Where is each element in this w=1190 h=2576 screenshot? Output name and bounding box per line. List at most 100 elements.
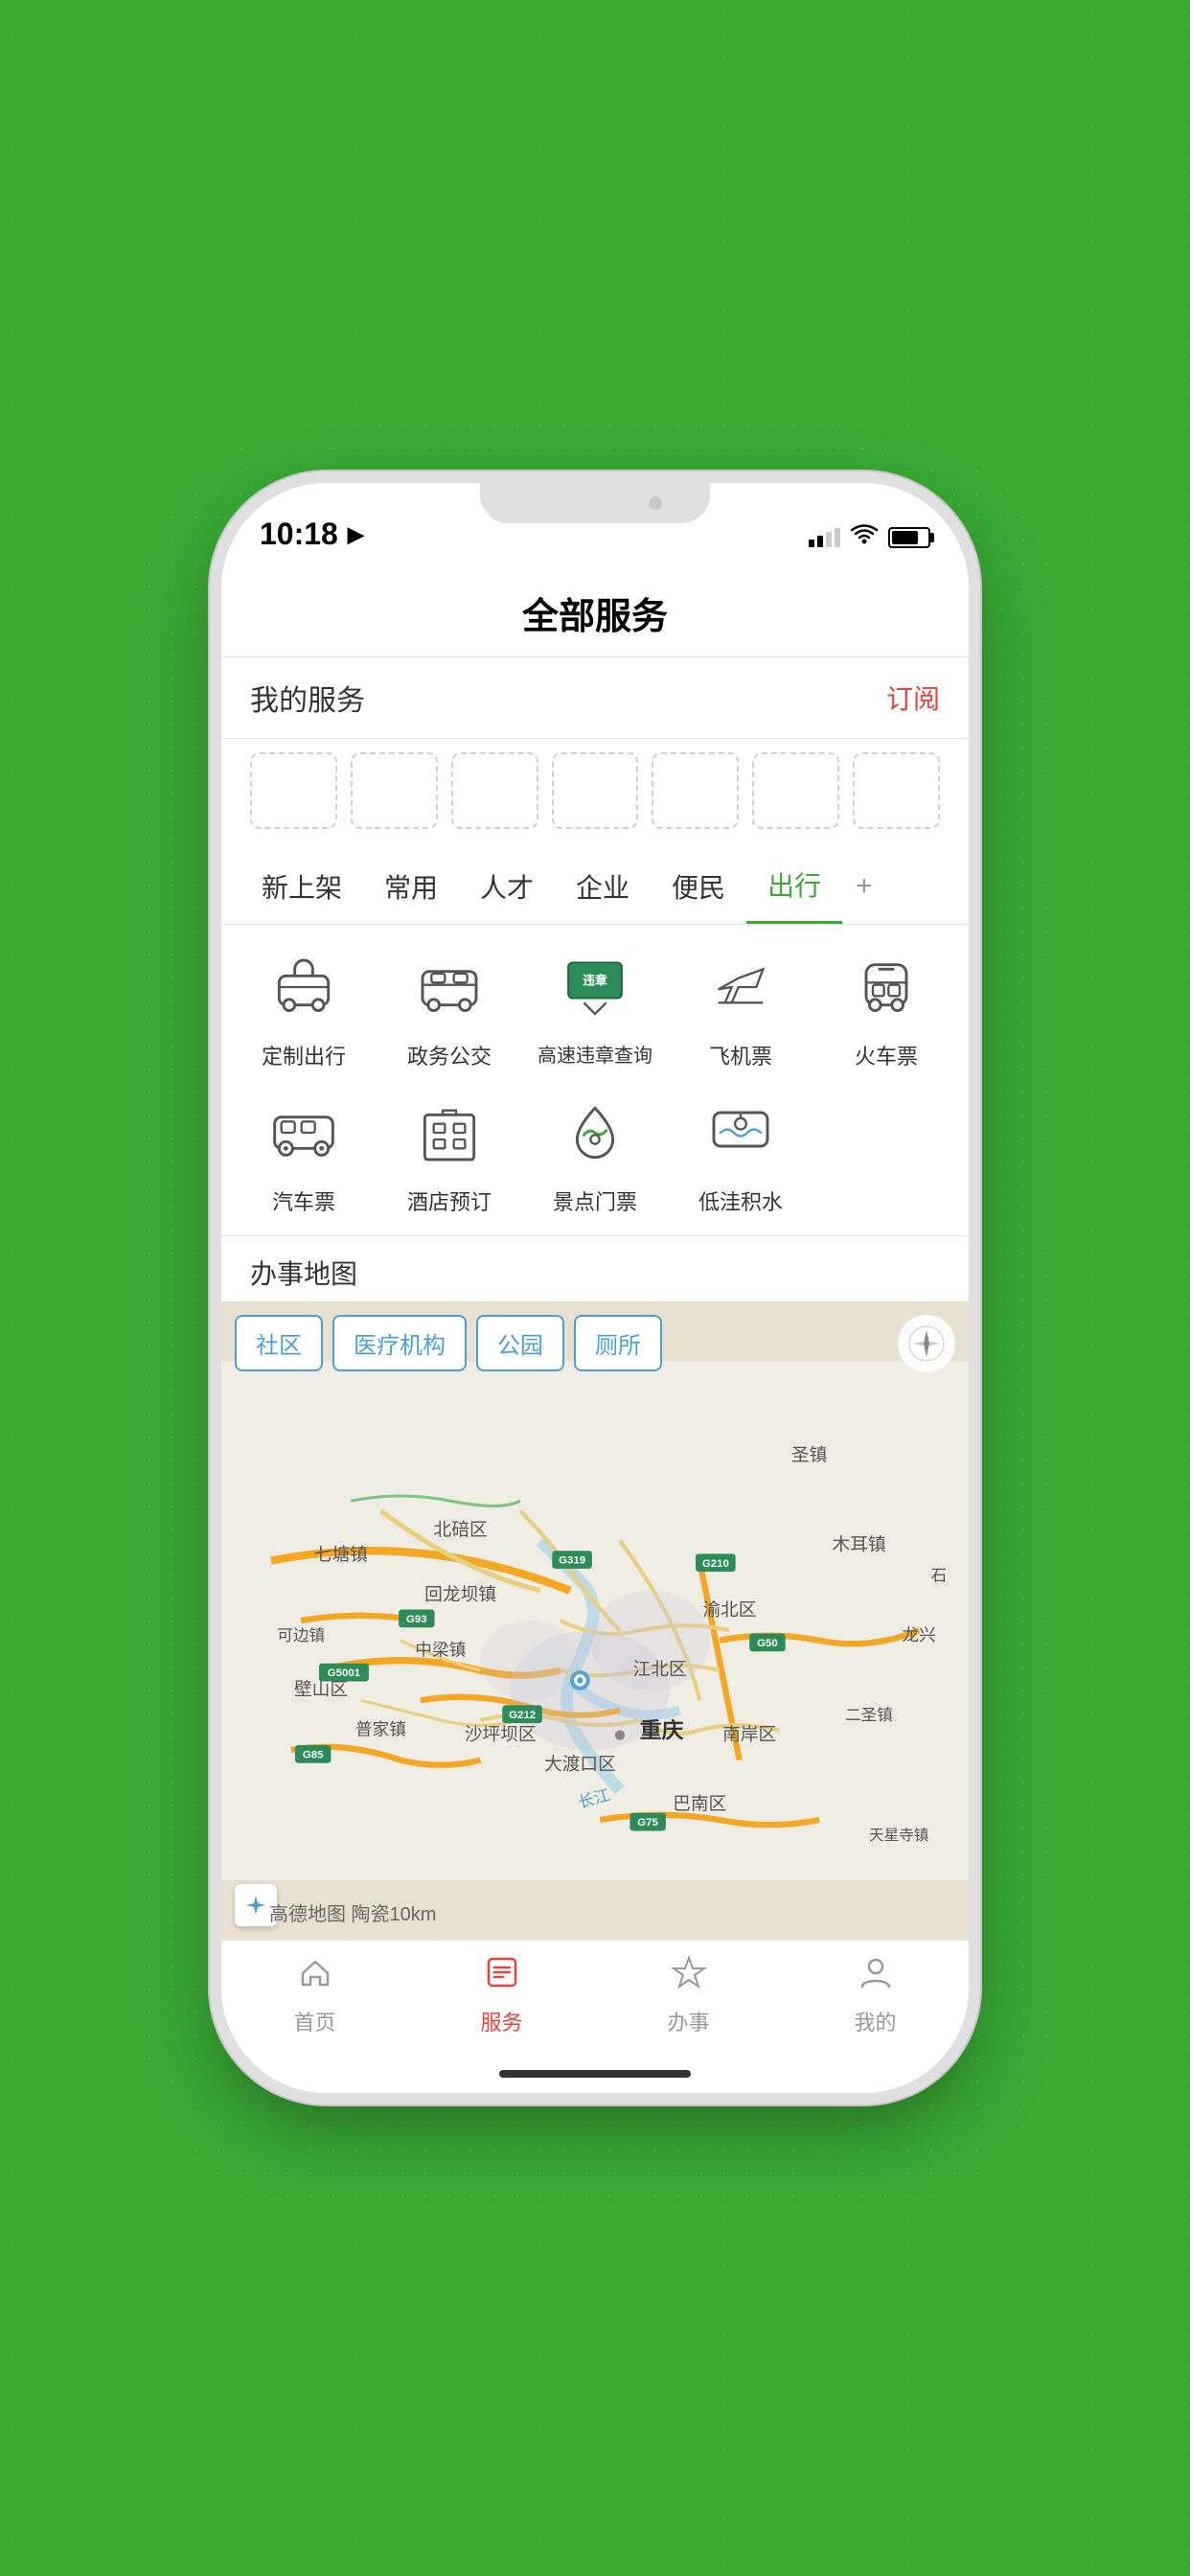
hotel-label: 酒店预订 (407, 1185, 492, 1216)
svg-text:G5001: G5001 (328, 1668, 361, 1679)
screen: 全部服务 我的服务 订阅 新上架 常用 人才 企业 便民 出行 + (221, 567, 969, 2093)
placeholder-box-2 (351, 752, 438, 829)
placeholder-box-7 (853, 752, 940, 829)
service-hotel[interactable]: 酒店预订 (377, 1090, 522, 1216)
tab-public[interactable]: 便民 (651, 850, 746, 923)
custom-trip-label: 定制出行 (262, 1040, 346, 1070)
camera (649, 496, 662, 510)
airplane-label: 飞机票 (709, 1040, 772, 1070)
placeholder-box-1 (250, 752, 337, 829)
tab-new[interactable]: 新上架 (240, 850, 363, 923)
page-header: 全部服务 (221, 567, 969, 657)
services-icon (484, 1954, 520, 2000)
watermark-text: 高德地图 陶瓷10km (269, 1898, 436, 1926)
nav-home-label: 首页 (293, 2006, 335, 2036)
nav-services[interactable]: 服务 (408, 1954, 595, 2036)
map-tab-medical[interactable]: 医疗机构 (332, 1315, 467, 1371)
phone-frame: 10:18 ▶ (221, 483, 969, 2093)
status-time: 10:18 ▶ (260, 517, 364, 552)
attraction-label: 景点门票 (553, 1185, 637, 1216)
svg-text:中梁镇: 中梁镇 (415, 1640, 466, 1659)
svg-text:大渡口区: 大渡口区 (544, 1754, 616, 1774)
placeholder-row (221, 739, 969, 848)
map-title: 办事地图 (221, 1236, 969, 1301)
page-title: 全部服务 (522, 597, 668, 637)
service-bus-ticket[interactable]: 汽车票 (231, 1090, 377, 1216)
home-icon (297, 1954, 333, 2000)
highway-label: 高速违章查询 (538, 1040, 652, 1068)
svg-text:G210: G210 (702, 1558, 729, 1570)
notch (480, 483, 710, 523)
tab-add-button[interactable]: + (842, 853, 886, 920)
service-attraction[interactable]: 景点门票 (522, 1090, 668, 1216)
svg-text:G319: G319 (559, 1555, 585, 1567)
map-svg: G93 G319 G5001 G212 G210 G50 (221, 1301, 969, 1940)
subscribe-button[interactable]: 订阅 (886, 678, 940, 717)
map-filter-tabs: 社区 医疗机构 公园 厕所 (235, 1315, 921, 1371)
svg-text:普家镇: 普家镇 (355, 1720, 406, 1739)
my-services-label: 我的服务 (250, 677, 365, 719)
svg-text:G75: G75 (637, 1817, 658, 1828)
svg-text:木耳镇: 木耳镇 (833, 1534, 886, 1554)
svg-text:可边镇: 可边镇 (277, 1626, 325, 1644)
hotel-icon (406, 1090, 492, 1176)
map-watermark: 高德地图 陶瓷10km (269, 1898, 436, 1926)
svg-text:江北区: 江北区 (633, 1659, 687, 1679)
service-custom-trip[interactable]: 定制出行 (231, 944, 377, 1070)
svg-text:G50: G50 (757, 1638, 778, 1649)
service-airplane[interactable]: 飞机票 (668, 944, 813, 1070)
tab-travel[interactable]: 出行 (746, 848, 842, 924)
svg-text:渝北区: 渝北区 (702, 1599, 756, 1620)
svg-text:违章: 违章 (583, 974, 607, 988)
svg-text:天星寺镇: 天星寺镇 (869, 1827, 928, 1844)
svg-text:回龙坝镇: 回龙坝镇 (424, 1584, 496, 1604)
map-tab-community[interactable]: 社区 (235, 1315, 323, 1371)
nav-profile[interactable]: 我的 (782, 1954, 969, 2036)
tab-talent[interactable]: 人才 (459, 850, 555, 923)
svg-text:七塘镇: 七塘镇 (314, 1545, 368, 1565)
svg-text:南岸区: 南岸区 (722, 1724, 776, 1744)
map-section: 办事地图 (221, 1236, 969, 1940)
gov-bus-icon (406, 944, 492, 1030)
map-tab-park[interactable]: 公园 (476, 1315, 564, 1371)
signal-icon (809, 528, 840, 547)
highway-icon: 违章 (552, 944, 638, 1030)
nav-profile-label: 我的 (854, 2006, 896, 2036)
placeholder-box-4 (552, 752, 639, 829)
bus-ticket-icon (261, 1090, 347, 1176)
tab-common[interactable]: 常用 (363, 850, 459, 923)
svg-text:巴南区: 巴南区 (673, 1794, 726, 1814)
tab-enterprise[interactable]: 企业 (555, 850, 651, 923)
service-gov-bus[interactable]: 政务公交 (377, 944, 522, 1070)
svg-text:G85: G85 (303, 1750, 324, 1761)
gov-bus-label: 政务公交 (407, 1040, 492, 1070)
wifi-icon (850, 522, 879, 552)
battery-icon (888, 527, 930, 548)
status-icons (809, 522, 930, 552)
map-container[interactable]: G93 G319 G5001 G212 G210 G50 (221, 1301, 969, 1940)
svg-text:壁山区: 壁山区 (294, 1679, 348, 1699)
nav-tasks-label: 办事 (667, 2006, 709, 2036)
map-tab-toilet[interactable]: 厕所 (574, 1315, 662, 1371)
home-indicator (221, 2055, 969, 2093)
placeholder-box-5 (652, 752, 739, 829)
placeholder-box-6 (752, 752, 839, 829)
svg-text:北碚区: 北碚区 (434, 1520, 488, 1540)
service-highway[interactable]: 违章 高速违章查询 (522, 944, 668, 1070)
train-icon (843, 944, 929, 1030)
nav-tasks[interactable]: 办事 (595, 1954, 782, 2036)
service-train[interactable]: 火车票 (813, 944, 959, 1070)
bottom-nav: 首页 服务 办事 (221, 1940, 969, 2055)
compass[interactable] (898, 1315, 955, 1372)
svg-text:石: 石 (930, 1566, 947, 1584)
nav-services-label: 服务 (480, 2006, 522, 2036)
svg-text:沙坪坝区: 沙坪坝区 (465, 1724, 537, 1744)
flood-icon (698, 1090, 784, 1176)
services-grid: 定制出行 政务公交 (221, 925, 969, 1236)
service-flood[interactable]: 低洼积水 (668, 1090, 813, 1216)
nav-home[interactable]: 首页 (221, 1954, 408, 2036)
bus-ticket-label: 汽车票 (272, 1185, 335, 1216)
svg-text:龙兴: 龙兴 (902, 1625, 935, 1644)
svg-text:重庆: 重庆 (640, 1718, 684, 1743)
home-bar (499, 2070, 691, 2078)
